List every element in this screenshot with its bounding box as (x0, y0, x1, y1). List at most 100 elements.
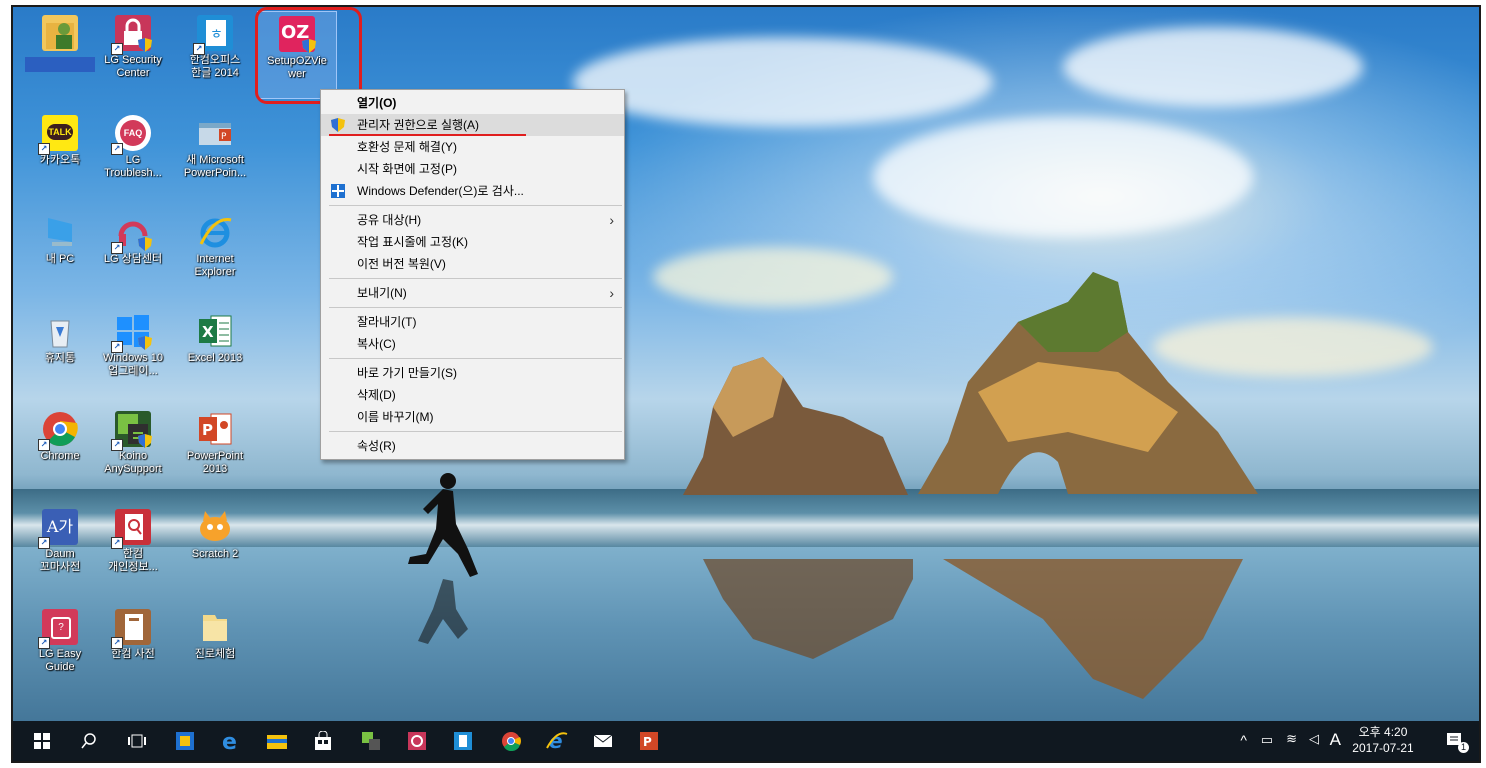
icon-label: LG Easy Guide (38, 648, 82, 673)
menu-item-run-as-admin[interactable]: 관리자 권한으로 실행(A) (321, 114, 624, 136)
action-center-button[interactable]: 1 (1445, 731, 1469, 753)
icon-label: LG Troublesh... (104, 154, 162, 179)
start-button[interactable] (23, 721, 61, 761)
desktop-icon-user-folder[interactable] (21, 15, 99, 76)
taskbar-app-lg-update[interactable] (398, 721, 436, 761)
shortcut-arrow-icon: ↗ (111, 439, 123, 451)
screen-frame: TALK ↗ 카카오톡 내 PC 휴지통 ↗ Chrome A가 ↗ Daum … (11, 5, 1481, 763)
taskbar-app-store[interactable] (304, 721, 342, 761)
desktop-icon-powerpoint-2013[interactable]: P PowerPoint 2013 (176, 411, 254, 476)
faq-badge: FAQ (120, 120, 146, 146)
desktop-icon-lg-easy-guide[interactable]: ? ↗ LG Easy Guide (21, 609, 99, 674)
icon-label: 진로체험 (194, 648, 236, 660)
menu-item-restore-previous[interactable]: 이전 버전 복원(V) (321, 253, 624, 275)
defender-icon (331, 184, 345, 198)
menu-item-pin-to-taskbar[interactable]: 작업 표시줄에 고정(K) (321, 231, 624, 253)
network-battery-icon[interactable]: ▭ (1261, 732, 1273, 748)
desktop-icon-windows10-upgrade[interactable]: ↗ Windows 10 업그레이... (94, 313, 172, 378)
menu-item-copy[interactable]: 복사(C) (321, 333, 624, 355)
taskbar-app-chrome[interactable] (492, 721, 530, 761)
menu-separator (329, 205, 622, 206)
taskbar-app-hangul[interactable] (444, 721, 482, 761)
monitor-icon (42, 214, 78, 250)
menu-item-open[interactable]: 열기(O) (321, 92, 624, 114)
desktop-icon-kakaotalk[interactable]: TALK ↗ 카카오톡 (21, 115, 99, 167)
desktop-icon-daum-dictionary[interactable]: A가 ↗ Daum 꼬마사전 (21, 509, 99, 574)
svg-text:e: e (222, 730, 237, 752)
menu-item-pin-to-start[interactable]: 시작 화면에 고정(P) (321, 158, 624, 180)
taskbar-app-explorer[interactable] (258, 721, 296, 761)
shortcut-arrow-icon: ↗ (111, 143, 123, 155)
taskbar-app-anysupport[interactable] (352, 721, 390, 761)
desktop-icon-this-pc[interactable]: 내 PC (21, 214, 99, 266)
cloud (1063, 27, 1363, 107)
shortcut-arrow-icon: ↗ (111, 637, 123, 649)
taskbar-app-edge[interactable]: e (212, 721, 250, 761)
ime-indicator[interactable]: A (1330, 730, 1341, 750)
icon-label: 새 Microsoft PowerPoin... (183, 154, 247, 179)
volume-icon[interactable]: ◁ (1309, 731, 1319, 747)
desktop-icon-excel-2013[interactable]: X Excel 2013 (176, 313, 254, 365)
submenu-arrow-icon: › (609, 285, 614, 301)
menu-item-cut[interactable]: 잘라내기(T) (321, 311, 624, 333)
menu-item-label: 시작 화면에 고정(P) (357, 162, 457, 176)
shortcut-arrow-icon: ↗ (111, 341, 123, 353)
desktop-icon-new-powerpoint[interactable]: P 새 Microsoft PowerPoin... (176, 115, 254, 180)
desktop-icon-chrome[interactable]: ↗ Chrome (21, 411, 99, 463)
desktop-icon-scratch-2[interactable]: Scratch 2 (176, 509, 254, 561)
task-view-button[interactable] (118, 721, 156, 761)
desktop-icon-hancom-hangul-2014[interactable]: ㅎ ↗ 한컴오피스 한글 2014 (176, 15, 254, 80)
menu-item-label: 공유 대상(H) (357, 213, 422, 227)
desktop-icon-lg-support-center[interactable]: ↗ LG 상담센터 (94, 214, 172, 266)
shortcut-arrow-icon: ↗ (38, 439, 50, 451)
desktop-icon-hancom-dictionary[interactable]: ↗ 한컴 사전 (94, 609, 172, 661)
easy-guide-icon: ? ↗ (38, 609, 78, 649)
menu-item-rename[interactable]: 이름 바꾸기(M) (321, 406, 624, 428)
menu-separator (329, 278, 622, 279)
desktop-icon-career-experience[interactable]: 진로체험 (176, 609, 254, 661)
clock[interactable]: 오후 4:20 2017-07-21 (1343, 724, 1423, 756)
chrome-icon: ↗ (38, 411, 78, 451)
menu-item-share-with[interactable]: 공유 대상(H) › (321, 209, 624, 231)
desktop-icon-recycle-bin[interactable]: 휴지통 (21, 313, 99, 365)
desktop-icon-hancom-privacy[interactable]: ↗ 한컴 개인정보... (94, 509, 172, 574)
clock-date: 2017-07-21 (1352, 741, 1414, 755)
wifi-icon[interactable]: ≋ (1286, 731, 1297, 747)
menu-item-troubleshoot-compat[interactable]: 호환성 문제 해결(Y) (321, 136, 624, 158)
hangul-doc-icon (454, 732, 472, 750)
icon-label: 한컴오피스 한글 2014 (189, 54, 241, 79)
taskbar-app-mail[interactable] (584, 721, 622, 761)
icon-label: Windows 10 업그레이... (103, 352, 163, 377)
anysupport-icon: ↗ (111, 411, 152, 451)
search-button[interactable] (70, 721, 108, 761)
menu-item-delete[interactable]: 삭제(D) (321, 384, 624, 406)
icon-label: 휴지통 (44, 352, 76, 364)
icon-label: Internet Explorer (194, 253, 236, 278)
menu-item-send-to[interactable]: 보내기(N) › (321, 282, 624, 304)
menu-item-scan-defender[interactable]: Windows Defender(으)로 검사... (321, 180, 624, 202)
menu-item-create-shortcut[interactable]: 바로 가기 만들기(S) (321, 362, 624, 384)
file-explorer-icon (267, 735, 287, 749)
show-hidden-icons-chevron-icon[interactable]: ^ (1240, 732, 1247, 748)
taskbar-app-ie[interactable]: e (538, 721, 576, 761)
cloud (573, 37, 993, 127)
taskbar-app-powerpoint[interactable]: P (630, 721, 668, 761)
taskbar-app-media[interactable] (166, 721, 204, 761)
uac-shield-icon (138, 38, 152, 52)
refresh-app-icon (408, 732, 426, 750)
shortcut-arrow-icon: ↗ (38, 637, 50, 649)
remote-support-icon (362, 732, 380, 750)
shortcut-arrow-icon: ↗ (111, 242, 123, 254)
menu-item-label: 복사(C) (357, 337, 396, 351)
desktop-icon-koino-anysupport[interactable]: ↗ Koino AnySupport (94, 411, 172, 476)
desktop-icon-lg-security-center[interactable]: ↗ LG Security Center (94, 15, 172, 80)
talk-bubble: TALK (47, 124, 73, 140)
recycle-bin-icon (42, 313, 78, 349)
desktop-icon-internet-explorer[interactable]: Internet Explorer (176, 214, 254, 279)
media-player-icon (176, 732, 194, 750)
hancom-privacy-icon: ↗ (111, 509, 151, 549)
desktop-icon-lg-troubleshooting[interactable]: FAQ ↗ LG Troublesh... (94, 115, 172, 180)
menu-item-properties[interactable]: 속성(R) (321, 435, 624, 457)
submenu-arrow-icon: › (609, 212, 614, 228)
svg-text:ㅎ: ㅎ (210, 27, 223, 43)
